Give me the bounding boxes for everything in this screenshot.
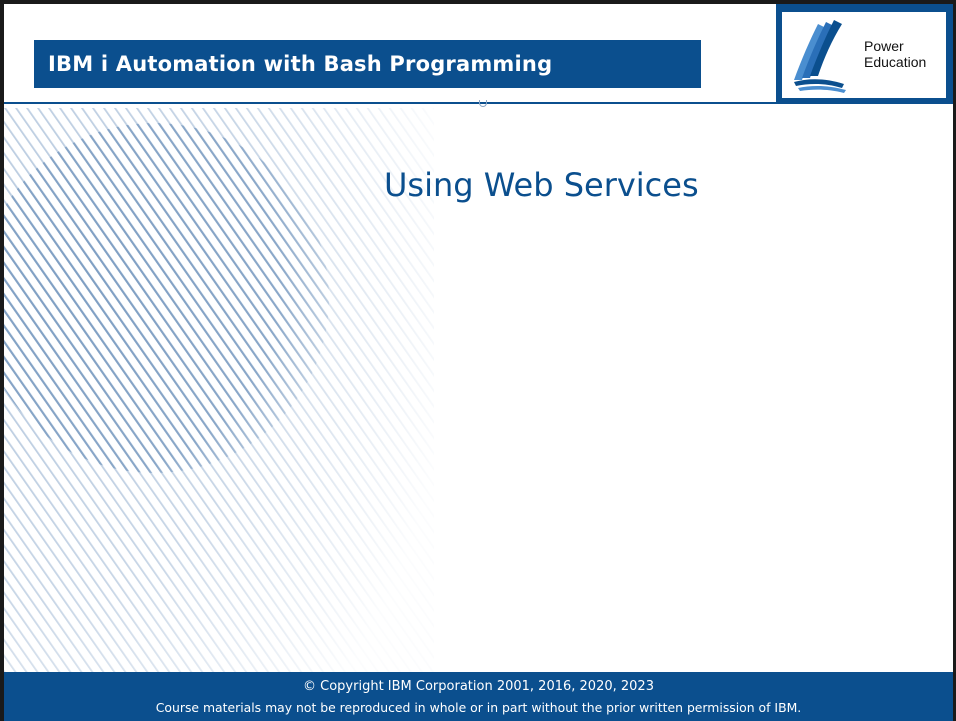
power-education-logo: Power Education <box>782 12 946 98</box>
slide: IBM i Automation with Bash Programming P… <box>0 0 956 721</box>
logo-wordmark: Power Education <box>864 38 926 70</box>
header-band: IBM i Automation with Bash Programming P… <box>4 4 953 104</box>
copyright-text: © Copyright IBM Corporation 2001, 2016, … <box>303 679 654 694</box>
book-pages-icon <box>794 20 846 93</box>
logo-line-2: Education <box>864 54 927 70</box>
divider-tick <box>479 100 487 107</box>
course-title: IBM i Automation with Bash Programming <box>48 52 553 76</box>
slide-title: Using Web Services <box>384 166 699 204</box>
course-title-box: IBM i Automation with Bash Programming <box>34 40 701 88</box>
frame-left-border <box>0 0 4 721</box>
striped-circle-decoration <box>4 108 434 706</box>
logo-line-1: Power <box>864 38 904 54</box>
frame-top-border <box>0 0 956 4</box>
disclaimer-text: Course materials may not be reproduced i… <box>155 700 802 715</box>
